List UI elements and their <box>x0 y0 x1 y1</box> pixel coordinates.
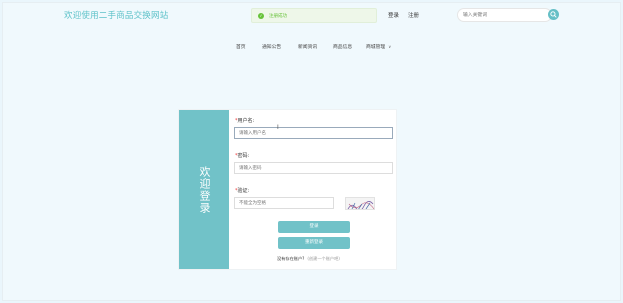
register-link[interactable]: 注册 <box>408 11 419 19</box>
nav-home[interactable]: 首页 <box>236 43 246 50</box>
username-field[interactable] <box>234 127 393 139</box>
password-field[interactable] <box>234 162 393 174</box>
nav-products[interactable]: 商品信息 <box>333 43 352 50</box>
login-button[interactable]: 登录 <box>278 221 350 233</box>
username-label: *用户名: <box>235 118 255 124</box>
success-toast: ✓ 注册成功 <box>251 8 377 23</box>
nav-mall-manage-label: 商城管理 <box>366 45 386 50</box>
toast-message: 注册成功 <box>269 13 287 19</box>
search-button[interactable] <box>548 9 559 20</box>
chevron-down-icon: ∨ <box>388 44 392 49</box>
captcha-label: *验证: <box>235 188 250 194</box>
captcha-field[interactable] <box>234 197 334 209</box>
captcha-graphic <box>347 201 374 209</box>
text-cursor-icon: I <box>277 124 279 131</box>
reset-button[interactable]: 重新登录 <box>278 237 350 249</box>
site-title: 欢迎使用二手商品交换网站 <box>64 11 169 21</box>
register-prompt: 没有存在账户? <box>277 256 305 261</box>
login-card: 欢迎登录 *用户名: *密码: *验证: 登录 重新登录 没有存在账户?(创建一… <box>178 109 397 270</box>
captcha-image[interactable] <box>345 197 375 210</box>
password-label: *密码: <box>235 153 250 159</box>
check-icon: ✓ <box>258 12 264 19</box>
search-input[interactable] <box>457 8 552 22</box>
login-side-title: 欢迎登录 <box>198 165 211 214</box>
nav-notices[interactable]: 通知公告 <box>262 43 281 50</box>
nav-mall-manage[interactable]: 商城管理 ∨ <box>366 43 391 50</box>
register-create-link[interactable]: (创建一个账户吧) <box>307 256 340 261</box>
login-side-panel: 欢迎登录 <box>179 110 229 269</box>
register-hint[interactable]: 没有存在账户? (创建一个账户吧) <box>277 256 340 262</box>
search-icon <box>550 11 557 18</box>
login-link[interactable]: 登录 <box>388 11 399 19</box>
nav-news[interactable]: 新闻资讯 <box>298 43 317 50</box>
